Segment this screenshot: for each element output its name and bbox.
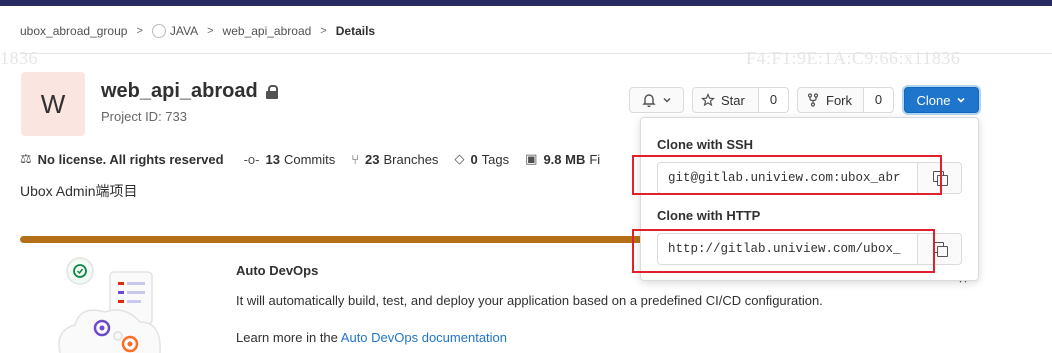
size-label: Fi bbox=[589, 151, 601, 167]
breadcrumb-project[interactable]: web_api_abroad bbox=[223, 24, 312, 38]
branches-label: Branches bbox=[383, 151, 439, 167]
chevron-right-icon: > bbox=[207, 25, 214, 37]
clone-ssh-label: Clone with SSH bbox=[657, 137, 754, 152]
fork-icon bbox=[807, 93, 819, 107]
branch-icon: ⑂ bbox=[351, 151, 360, 167]
highlight-box-ssh bbox=[632, 155, 942, 195]
fork-label: Fork bbox=[826, 92, 852, 108]
top-navbar bbox=[0, 0, 1052, 6]
scale-icon: ⚖ bbox=[20, 151, 32, 166]
watermark-right: F4:F1:9E:1A:C9:66:x11836 bbox=[746, 48, 961, 68]
star-icon bbox=[701, 93, 715, 107]
tags-count: 0 bbox=[470, 151, 478, 167]
auto-devops-description: It will automatically build, test, and d… bbox=[236, 293, 823, 308]
commits-label: Commits bbox=[283, 151, 336, 167]
chevron-right-icon: > bbox=[320, 25, 327, 37]
star-count[interactable]: 0 bbox=[759, 88, 788, 112]
project-avatar[interactable]: W bbox=[21, 72, 85, 136]
breadcrumb-divider bbox=[20, 53, 1052, 54]
chevron-down-icon bbox=[957, 97, 966, 103]
commits-stat[interactable]: -o- 13 Commits bbox=[244, 152, 336, 167]
project-description: Ubox Admin端项目 bbox=[20, 183, 138, 199]
bell-icon bbox=[641, 94, 656, 107]
chevron-down-icon bbox=[662, 97, 671, 103]
project-stats: ⚖ No license. All rights reserved -o- 13… bbox=[20, 150, 616, 168]
star-button[interactable]: Star 0 bbox=[692, 87, 789, 113]
auto-devops-docs-link[interactable]: Auto DevOps documentation bbox=[341, 330, 507, 345]
clone-button[interactable]: Clone bbox=[904, 87, 979, 113]
commit-icon: -o- bbox=[243, 151, 260, 167]
star-label: Star bbox=[721, 92, 745, 108]
notification-button[interactable] bbox=[629, 87, 684, 113]
project-title: web_api_abroad bbox=[101, 80, 278, 103]
breadcrumb-group[interactable]: ubox_abroad_group bbox=[20, 24, 127, 38]
tags-label: Tags bbox=[481, 151, 510, 167]
size-value: 9.8 MB bbox=[543, 151, 586, 167]
highlight-box-http bbox=[632, 229, 935, 273]
branches-count: 23 bbox=[365, 151, 380, 167]
auto-devops-learn-more: Learn more in the Auto DevOps documentat… bbox=[236, 330, 507, 345]
chevron-right-icon: > bbox=[136, 25, 143, 37]
tags-stat[interactable]: ◇ 0 Tags bbox=[454, 151, 509, 167]
breadcrumb: ubox_abroad_group > JAVA > web_api_abroa… bbox=[20, 22, 375, 40]
fork-button-label-wrap[interactable]: Fork bbox=[798, 88, 864, 112]
breadcrumb-current: Details bbox=[335, 24, 376, 38]
auto-devops-title: Auto DevOps bbox=[236, 263, 319, 278]
clone-label: Clone bbox=[916, 92, 951, 108]
fork-button[interactable]: Fork 0 bbox=[797, 87, 894, 113]
star-button-label-wrap[interactable]: Star bbox=[693, 88, 759, 112]
commits-count: 13 bbox=[265, 151, 280, 167]
project-name: web_api_abroad bbox=[101, 80, 258, 102]
lock-icon bbox=[265, 84, 278, 99]
size-stat: ▣ 9.8 MB Fi bbox=[525, 151, 600, 167]
breadcrumb-subgroup[interactable]: JAVA bbox=[170, 24, 198, 38]
file-size-icon: ▣ bbox=[525, 151, 538, 166]
learn-more-prefix: Learn more in the bbox=[236, 330, 341, 345]
project-id: Project ID: 733 bbox=[101, 109, 187, 124]
license-stat: ⚖ No license. All rights reserved bbox=[20, 151, 228, 167]
branches-stat[interactable]: ⑂ 23 Branches bbox=[351, 152, 438, 167]
group-avatar-icon bbox=[151, 24, 166, 38]
watermark-left: 1836 bbox=[0, 48, 38, 68]
auto-devops-banner-bar bbox=[20, 236, 640, 243]
auto-devops-illustration bbox=[58, 257, 161, 353]
tag-icon: ◇ bbox=[454, 151, 465, 166]
clone-http-label: Clone with HTTP bbox=[657, 208, 761, 223]
fork-count[interactable]: 0 bbox=[864, 88, 893, 112]
license-text: No license. All rights reserved bbox=[37, 151, 224, 167]
